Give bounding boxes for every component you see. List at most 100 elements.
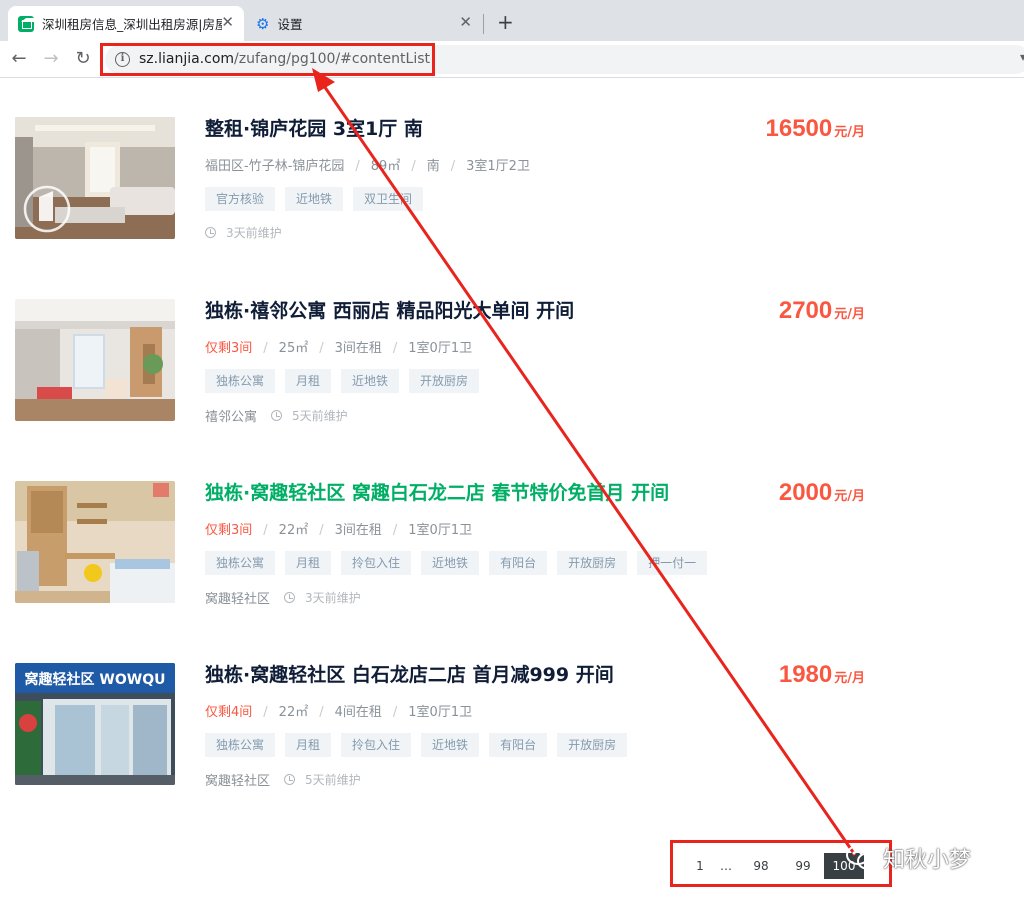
tag: 近地铁 bbox=[285, 187, 344, 211]
area-text: 25㎡ bbox=[278, 341, 309, 356]
tab-divider bbox=[483, 14, 484, 34]
tag: 独栋公寓 bbox=[205, 551, 276, 575]
brand-name[interactable]: 窝趣轻社区 bbox=[205, 588, 270, 607]
tag-list: 独栋公寓 月租 拎包入住 近地铁 有阳台 开放厨房 押一付一 bbox=[205, 551, 708, 575]
tag-list: 独栋公寓 月租 近地铁 开放厨房 bbox=[205, 369, 480, 393]
chevron-down-icon[interactable]: ▾ bbox=[1020, 50, 1024, 64]
tag: 近地铁 bbox=[421, 733, 480, 757]
tag: 近地铁 bbox=[341, 369, 400, 393]
price-unit: 元/月 bbox=[834, 307, 865, 322]
url-text[interactable]: sz.lianjia.com/zufang/pg100/#contentList bbox=[139, 51, 430, 67]
maintained-time: 3天前维护 bbox=[226, 226, 282, 240]
forward-arrow-icon[interactable]: → bbox=[40, 48, 62, 70]
tag: 有阳台 bbox=[489, 733, 548, 757]
listing-title[interactable]: 整租·锦庐花园 3室1厅 南 bbox=[205, 117, 423, 141]
loft-studio-photo[interactable] bbox=[15, 299, 175, 421]
watermark-text: 知秋小梦 bbox=[883, 848, 972, 873]
browser-window: 深圳租房信息_深圳出租房源|房屋 ✕ ⚙ 设置 ✕ + ← → ↻ i sz.l… bbox=[0, 0, 1024, 903]
tag: 官方核验 bbox=[205, 187, 276, 211]
listing-item[interactable]: 整租·锦庐花园 3室1厅 南 16500 元/月 福田区-竹子林-锦庐花园/89㎡… bbox=[15, 115, 875, 242]
tab-settings[interactable]: ⚙ 设置 ✕ bbox=[246, 6, 482, 41]
page-link-98[interactable]: 98 bbox=[740, 853, 782, 879]
address-bar[interactable]: i sz.lianjia.com/zufang/pg100/#contentLi… bbox=[105, 45, 1024, 74]
close-icon[interactable]: ✕ bbox=[221, 15, 234, 30]
listing-price: 2000 元/月 bbox=[779, 479, 865, 507]
tag: 近地铁 bbox=[421, 551, 480, 575]
page-ellipsis: … bbox=[720, 859, 732, 873]
listing-price: 2700 元/月 bbox=[779, 297, 865, 325]
layout-text: 1室0厅1卫 bbox=[408, 523, 473, 538]
listing-title[interactable]: 独栋·窝趣轻社区 白石龙店二店 首月减999 开间 bbox=[205, 663, 614, 687]
price-value: 16500 bbox=[765, 115, 833, 142]
layout-text: 1室0厅1卫 bbox=[408, 341, 473, 356]
maintained-time: 3天前维护 bbox=[305, 591, 361, 605]
units-text: 4间在租 bbox=[334, 705, 382, 720]
url-path: /zufang/pg100/#contentList bbox=[234, 51, 430, 67]
availability-badge: 仅剩3间 bbox=[205, 341, 253, 356]
wechat-icon bbox=[846, 845, 877, 870]
browser-toolbar: ← → ↻ i sz.lianjia.com/zufang/pg100/#con… bbox=[0, 41, 1024, 78]
availability-badge: 仅剩3间 bbox=[205, 523, 253, 538]
close-icon[interactable]: ✕ bbox=[459, 15, 472, 30]
price-unit: 元/月 bbox=[834, 489, 865, 504]
tag: 开放厨房 bbox=[557, 551, 628, 575]
page-link-99[interactable]: 99 bbox=[782, 853, 824, 879]
clock-icon bbox=[205, 227, 216, 238]
listing-meta: 窝趣轻社区 3天前维护 bbox=[205, 588, 361, 607]
tab-strip: 深圳租房信息_深圳出租房源|房屋 ✕ ⚙ 设置 ✕ + bbox=[0, 0, 1024, 41]
units-text: 3间在租 bbox=[334, 341, 382, 356]
clock-icon bbox=[271, 410, 283, 421]
page-link-1[interactable]: 1 bbox=[688, 853, 712, 879]
tag: 独栋公寓 bbox=[205, 369, 276, 393]
living-room-photo[interactable] bbox=[15, 117, 175, 239]
listing-description: 仅剩3间/25㎡/3间在租/1室0厅1卫 bbox=[205, 341, 473, 356]
listing-description: 仅剩3间/22㎡/3间在租/1室0厅1卫 bbox=[205, 523, 473, 538]
layout-text: 3室1厅2卫 bbox=[466, 159, 530, 174]
price-unit: 元/月 bbox=[834, 671, 865, 686]
location-link[interactable]: 福田区-竹子林-锦庐花园 bbox=[205, 159, 344, 174]
tag: 独栋公寓 bbox=[205, 733, 276, 757]
tag-list: 官方核验 近地铁 双卫生间 bbox=[205, 187, 424, 211]
availability-badge: 仅剩4间 bbox=[205, 705, 253, 720]
tag: 开放厨房 bbox=[409, 369, 480, 393]
tag: 月租 bbox=[285, 551, 332, 575]
listing-price: 1980 元/月 bbox=[779, 661, 865, 689]
studio-bedroom-photo[interactable] bbox=[15, 481, 175, 603]
storefront-sign: 窝趣轻社区 WOWQU bbox=[25, 671, 166, 688]
brand-name[interactable]: 禧邻公寓 bbox=[205, 406, 257, 425]
gear-icon: ⚙ bbox=[256, 14, 270, 33]
tag: 开放厨房 bbox=[557, 733, 628, 757]
url-host: sz.lianjia.com bbox=[139, 51, 235, 67]
tag: 拎包入住 bbox=[341, 551, 412, 575]
watermark: 知秋小梦 bbox=[845, 842, 971, 874]
tag: 有阳台 bbox=[489, 551, 548, 575]
storefront-photo[interactable]: 窝趣轻社区 WOWQU bbox=[15, 663, 175, 785]
price-value: 1980 bbox=[778, 661, 833, 688]
layout-text: 1室0厅1卫 bbox=[408, 705, 473, 720]
tag: 月租 bbox=[285, 733, 332, 757]
brand-name[interactable]: 窝趣轻社区 bbox=[205, 770, 270, 789]
new-tab-button[interactable]: + bbox=[497, 10, 514, 34]
pagination: 1 … 98 99 100 bbox=[688, 853, 864, 879]
info-icon[interactable]: i bbox=[115, 52, 130, 67]
listing-meta: 禧邻公寓 5天前维护 bbox=[205, 406, 348, 425]
tab-title: 深圳租房信息_深圳出租房源|房屋 bbox=[42, 17, 222, 32]
listing-item[interactable]: 独栋·禧邻公寓 西丽店 精品阳光大单间 开间 2700 元/月 仅剩3间/25㎡ /… bbox=[15, 297, 875, 425]
tab-lianjia[interactable]: 深圳租房信息_深圳出租房源|房屋 ✕ bbox=[8, 6, 244, 41]
back-arrow-icon[interactable]: ← bbox=[8, 48, 30, 70]
tab-title: 设置 bbox=[277, 17, 303, 32]
listing-meta: 窝趣轻社区 5天前维护 bbox=[205, 770, 361, 789]
reload-icon[interactable]: ↻ bbox=[72, 48, 94, 70]
tag: 押一付一 bbox=[637, 551, 708, 575]
area-text: 22㎡ bbox=[278, 705, 309, 720]
listing-item[interactable]: 独栋·窝趣轻社区 窝趣白石龙二店 春节特价免首月 开间 2000 元/月 仅剩3间… bbox=[15, 479, 875, 607]
tag-list: 独栋公寓 月租 拎包入住 近地铁 有阳台 开放厨房 bbox=[205, 733, 628, 757]
clock-icon bbox=[284, 592, 296, 603]
listing-title[interactable]: 独栋·禧邻公寓 西丽店 精品阳光大单间 开间 bbox=[205, 299, 574, 323]
listing-title[interactable]: 独栋·窝趣轻社区 窝趣白石龙二店 春节特价免首月 开间 bbox=[205, 481, 669, 505]
price-unit: 元/月 bbox=[834, 125, 865, 140]
maintained-time: 5天前维护 bbox=[292, 409, 348, 423]
price-value: 2000 bbox=[778, 479, 833, 506]
listing-item[interactable]: 窝趣轻社区 WOWQU 独栋·窝趣轻社区 白石龙店二店 首月减999 开间 19… bbox=[15, 661, 875, 789]
maintained-time: 5天前维护 bbox=[305, 773, 361, 787]
